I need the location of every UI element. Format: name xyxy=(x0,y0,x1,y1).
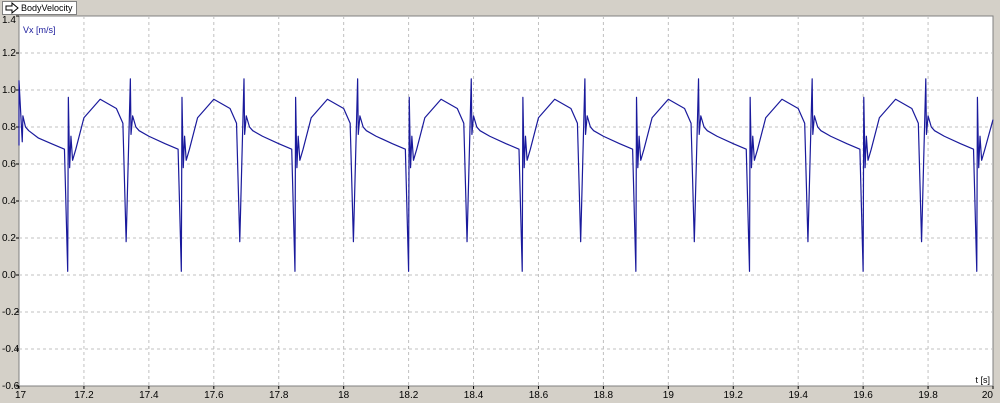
y-tick-label: 1.2 xyxy=(2,48,16,59)
y-tick-label: 0.6 xyxy=(2,159,16,170)
y-tick-label: 1.4 xyxy=(2,15,16,26)
x-tick-label: 17.4 xyxy=(139,390,159,401)
x-tick-label: 17.2 xyxy=(74,390,94,401)
y-tick-label: 0.4 xyxy=(2,196,16,207)
x-tick-label: 18.6 xyxy=(529,390,549,401)
x-axis-label: t [s] xyxy=(975,375,990,385)
plot-window: 1.4 1.2 1.0 0.8 0.6 0.4 0.2 0.0 -0.2 -0.4 -0.6 17 1… xyxy=(0,0,1000,403)
x-tick-label: 17 xyxy=(15,390,27,401)
signal-tab-label: BodyVelocity xyxy=(21,3,73,13)
y-tick-label: 0.0 xyxy=(2,270,16,281)
x-tick-label: 19.8 xyxy=(918,390,938,401)
x-tick-label: 19 xyxy=(663,390,675,401)
x-tick-label: 20 xyxy=(982,390,994,401)
x-tick-label: 17.6 xyxy=(204,390,224,401)
x-tick-label: 17.8 xyxy=(269,390,289,401)
x-axis-ticks: 17 17.2 17.4 17.6 17.8 18 18.2 18.4 18.6 18.8 19 19… xyxy=(15,386,994,401)
x-tick-label: 18.8 xyxy=(594,390,614,401)
signal-tab[interactable]: BodyVelocity xyxy=(2,1,77,15)
velocity-chart[interactable]: 1.41.21.00.80.60.40.20.0-0.2-0.4-0.6 17 1… xyxy=(0,0,1000,403)
x-tick-label: 19.6 xyxy=(853,390,873,401)
x-tick-label: 18.2 xyxy=(399,390,419,401)
y-tick-label: 1.0 xyxy=(2,85,16,96)
x-tick-label: 18 xyxy=(338,390,350,401)
x-tick-label: 18.4 xyxy=(464,390,484,401)
y-axis-ticks: 1.41.21.00.80.60.40.20.0-0.2-0.4-0.6 xyxy=(2,15,20,392)
x-tick-label: 19.2 xyxy=(724,390,744,401)
y-tick-label: 0.2 xyxy=(2,233,16,244)
y-tick-label: -0.2 xyxy=(2,307,20,318)
y-tick-label: -0.4 xyxy=(2,344,20,355)
y-axis-label: Vx [m/s] xyxy=(23,25,56,35)
x-tick-label: 19.4 xyxy=(788,390,808,401)
y-tick-label: 0.8 xyxy=(2,122,16,133)
arrow-right-icon xyxy=(5,2,19,14)
